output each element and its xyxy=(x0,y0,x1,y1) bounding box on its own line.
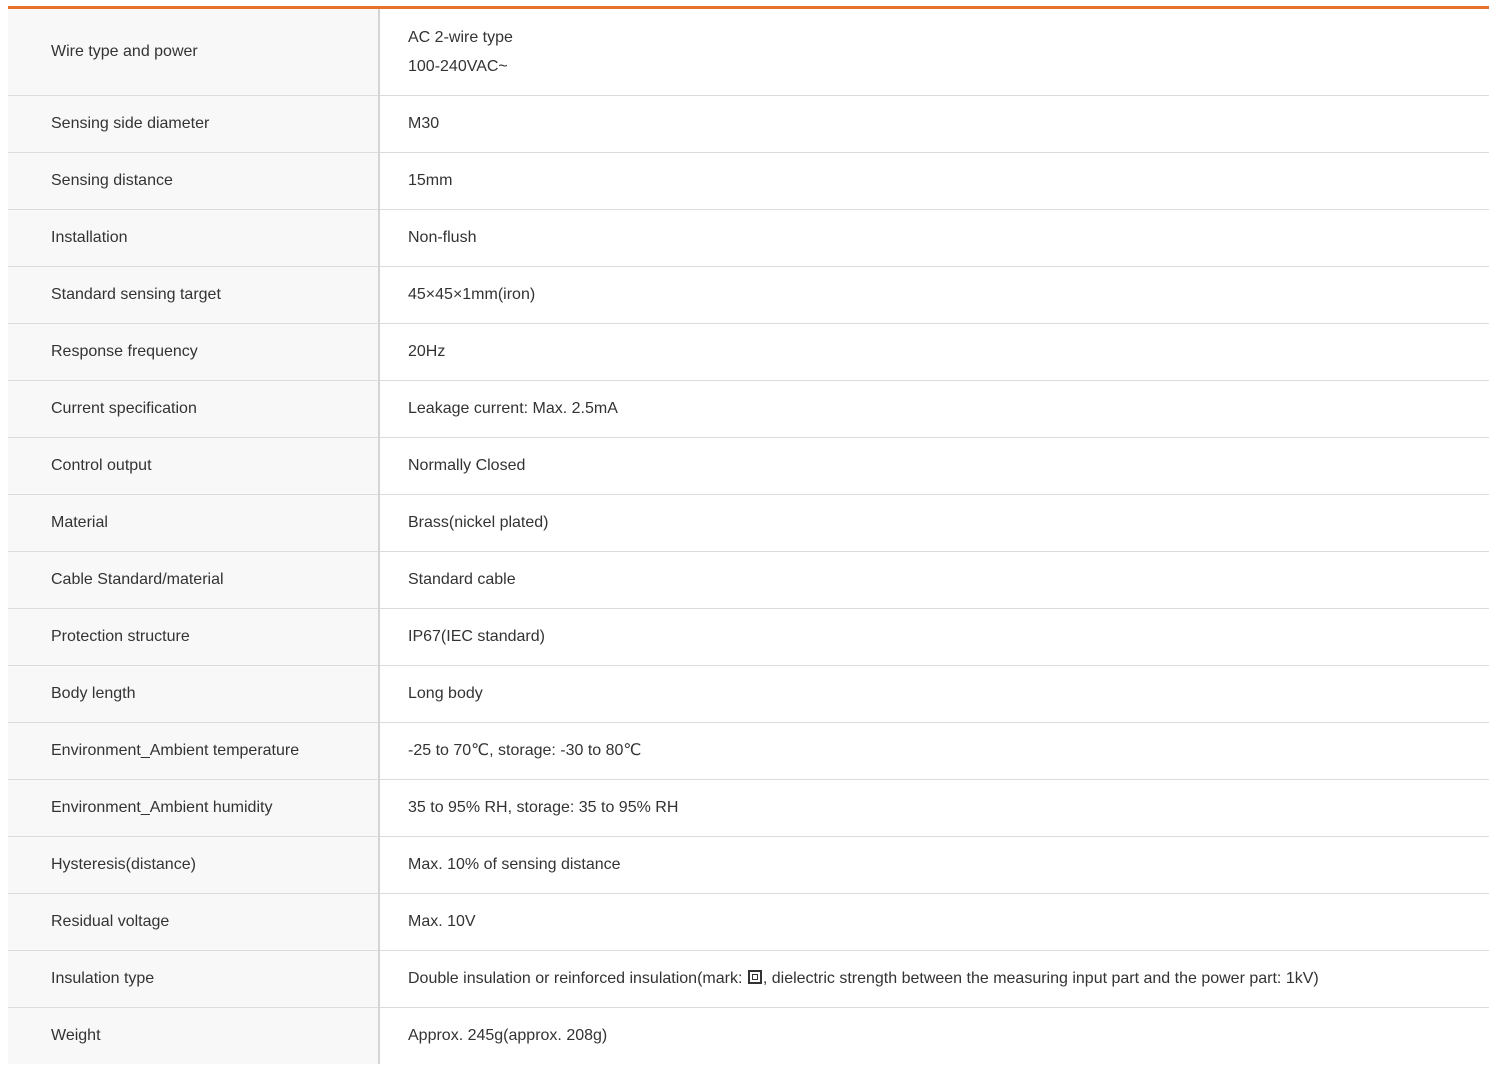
table-row: Sensing distance 15mm xyxy=(8,152,1489,210)
spec-value: IP67(IEC standard) xyxy=(379,608,1489,666)
spec-label: Current specification xyxy=(8,380,380,438)
table-row: Protection structure IP67(IEC standard) xyxy=(8,608,1489,666)
spec-value-line: 100-240VAC~ xyxy=(408,57,508,75)
spec-value: Standard cable xyxy=(379,551,1489,609)
table-row: Standard sensing target 45×45×1mm(iron) xyxy=(8,266,1489,324)
spec-label: Protection structure xyxy=(8,608,380,666)
table-row: Body length Long body xyxy=(8,665,1489,723)
spec-value: 15mm xyxy=(379,152,1489,210)
table-row: Installation Non-flush xyxy=(8,209,1489,267)
spec-value: 45×45×1mm(iron) xyxy=(379,266,1489,324)
table-row: Cable Standard/material Standard cable xyxy=(8,551,1489,609)
table-row: Hysteresis(distance) Max. 10% of sensing… xyxy=(8,836,1489,894)
spec-value-text-after: , dielectric strength between the measur… xyxy=(762,970,1319,987)
spec-value: M30 xyxy=(379,95,1489,153)
spec-label: Installation xyxy=(8,209,380,267)
spec-label: Sensing side diameter xyxy=(8,95,380,153)
spec-label: Weight xyxy=(8,1007,380,1064)
spec-value: Brass(nickel plated) xyxy=(379,494,1489,552)
table-row: Wire type and power AC 2-wire type 100-2… xyxy=(8,9,1489,96)
table-row: Current specification Leakage current: M… xyxy=(8,380,1489,438)
spec-value: Normally Closed xyxy=(379,437,1489,495)
spec-value: Max. 10% of sensing distance xyxy=(379,836,1489,894)
spec-label: Environment_Ambient humidity xyxy=(8,779,380,837)
spec-value: Long body xyxy=(379,665,1489,723)
spec-value: Approx. 245g(approx. 208g) xyxy=(379,1007,1489,1064)
spec-label: Hysteresis(distance) xyxy=(8,836,380,894)
table-row: Weight Approx. 245g(approx. 208g) xyxy=(8,1007,1489,1064)
spec-value-text-before: Double insulation or reinforced insulati… xyxy=(408,970,747,987)
spec-label: Material xyxy=(8,494,380,552)
table-row: Sensing side diameter M30 xyxy=(8,95,1489,153)
table-row: Control output Normally Closed xyxy=(8,437,1489,495)
table-row: Material Brass(nickel plated) xyxy=(8,494,1489,552)
table-row: Environment_Ambient temperature -25 to 7… xyxy=(8,722,1489,780)
table-row: Residual voltage Max. 10V xyxy=(8,893,1489,951)
spec-label: Insulation type xyxy=(8,950,380,1008)
spec-value-line: AC 2-wire type xyxy=(408,28,513,46)
spec-label: Wire type and power xyxy=(8,9,380,96)
spec-label: Body length xyxy=(8,665,380,723)
spec-value: 20Hz xyxy=(379,323,1489,381)
spec-value: Double insulation or reinforced insulati… xyxy=(379,950,1489,1008)
spec-table-container: Wire type and power AC 2-wire type 100-2… xyxy=(8,6,1489,1064)
spec-value: Leakage current: Max. 2.5mA xyxy=(379,380,1489,438)
spec-value: Max. 10V xyxy=(379,893,1489,951)
spec-label: Response frequency xyxy=(8,323,380,381)
spec-label: Sensing distance xyxy=(8,152,380,210)
spec-label: Standard sensing target xyxy=(8,266,380,324)
spec-label: Cable Standard/material xyxy=(8,551,380,609)
double-square-icon xyxy=(747,970,762,984)
spec-value: 35 to 95% RH, storage: 35 to 95% RH xyxy=(379,779,1489,837)
table-row: Environment_Ambient humidity 35 to 95% R… xyxy=(8,779,1489,837)
spec-table: Wire type and power AC 2-wire type 100-2… xyxy=(8,9,1489,1064)
spec-label: Control output xyxy=(8,437,380,495)
spec-label: Residual voltage xyxy=(8,893,380,951)
spec-value: -25 to 70℃, storage: -30 to 80℃ xyxy=(379,722,1489,780)
table-row: Insulation type Double insulation or rei… xyxy=(8,950,1489,1008)
spec-label: Environment_Ambient temperature xyxy=(8,722,380,780)
spec-value: AC 2-wire type 100-240VAC~ xyxy=(379,9,1489,96)
spec-value: Non-flush xyxy=(379,209,1489,267)
table-row: Response frequency 20Hz xyxy=(8,323,1489,381)
